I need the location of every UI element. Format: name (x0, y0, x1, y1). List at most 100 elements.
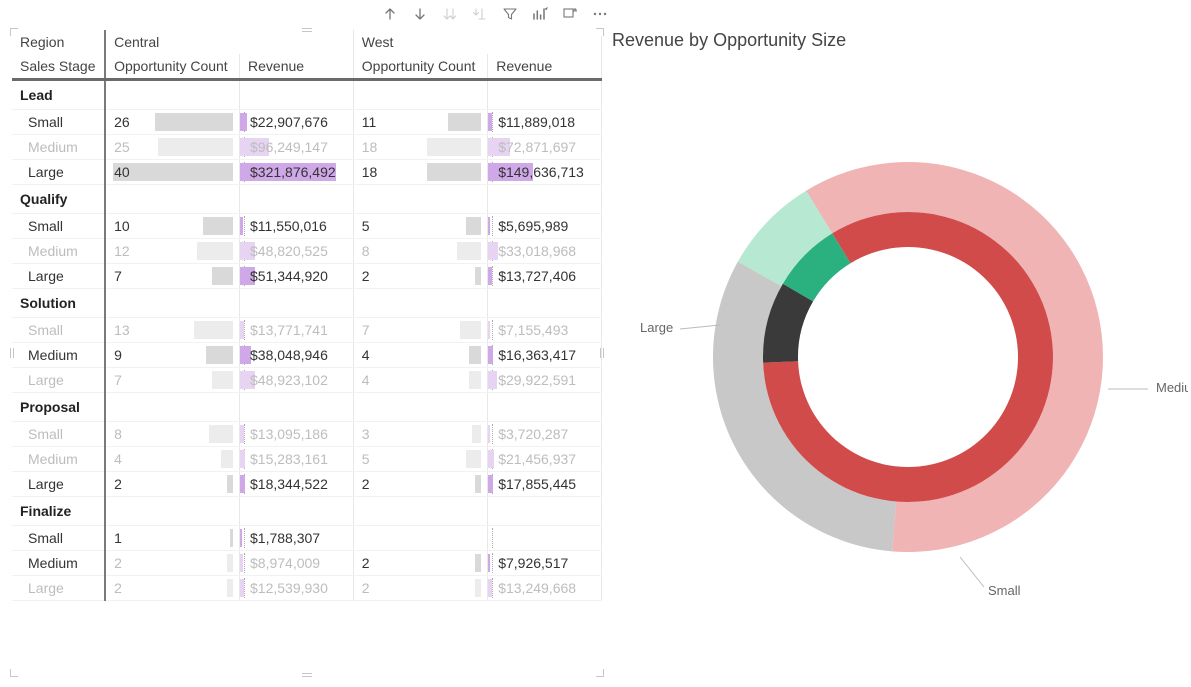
opp-count-cell[interactable]: 4 (105, 447, 239, 472)
donut-svg[interactable]: LargeMediumSmall (608, 57, 1188, 617)
table-row[interactable]: Large7$48,923,1024$29,922,591 (12, 368, 602, 393)
opp-count-cell[interactable]: 8 (353, 239, 487, 264)
row-label[interactable]: Small (12, 110, 105, 135)
revenue-cell[interactable]: $48,923,102 (240, 368, 354, 393)
drill-down-icon[interactable] (410, 4, 430, 24)
opp-count-cell[interactable]: 4 (353, 343, 487, 368)
col-header-oc[interactable]: Opportunity Count (105, 54, 239, 80)
group-header[interactable]: Solution (12, 289, 105, 318)
revenue-cell[interactable]: $17,855,445 (488, 472, 602, 497)
table-row[interactable]: Small26$22,907,67611$11,889,018 (12, 110, 602, 135)
table-row[interactable]: Small10$11,550,0165$5,695,989 (12, 214, 602, 239)
focus-mode-icon[interactable] (560, 4, 580, 24)
row-label[interactable]: Small (12, 214, 105, 239)
revenue-cell[interactable]: $22,907,676 (240, 110, 354, 135)
group-header[interactable]: Finalize (12, 497, 105, 526)
revenue-cell[interactable]: $7,155,493 (488, 318, 602, 343)
revenue-cell[interactable] (488, 526, 602, 551)
spotlight-icon[interactable] (530, 4, 550, 24)
group-header[interactable]: Lead (12, 80, 105, 110)
opp-count-cell[interactable]: 18 (353, 135, 487, 160)
expand-next-level-icon[interactable] (440, 4, 460, 24)
table-row[interactable]: Small1$1,788,307 (12, 526, 602, 551)
row-label[interactable]: Large (12, 576, 105, 601)
revenue-cell[interactable]: $11,550,016 (240, 214, 354, 239)
opp-count-cell[interactable]: 7 (105, 368, 239, 393)
opp-count-cell[interactable]: 2 (105, 551, 239, 576)
opp-count-cell[interactable]: 13 (105, 318, 239, 343)
opp-count-cell[interactable]: 1 (105, 526, 239, 551)
table-row[interactable]: Large2$12,539,9302$13,249,668 (12, 576, 602, 601)
opp-count-cell[interactable]: 5 (353, 447, 487, 472)
row-label[interactable]: Small (12, 318, 105, 343)
revenue-cell[interactable]: $5,695,989 (488, 214, 602, 239)
revenue-cell[interactable]: $7,926,517 (488, 551, 602, 576)
revenue-cell[interactable]: $12,539,930 (240, 576, 354, 601)
opp-count-cell[interactable]: 7 (353, 318, 487, 343)
col-header-region[interactable]: West (353, 30, 601, 54)
opp-count-cell[interactable]: 18 (353, 160, 487, 185)
resize-handle[interactable] (302, 28, 312, 32)
opp-count-cell[interactable]: 2 (353, 551, 487, 576)
opp-count-cell[interactable]: 2 (105, 472, 239, 497)
group-header[interactable]: Qualify (12, 185, 105, 214)
opp-count-cell[interactable]: 12 (105, 239, 239, 264)
resize-handle[interactable] (10, 348, 14, 358)
opp-count-cell[interactable]: 2 (105, 576, 239, 601)
filter-icon[interactable] (500, 4, 520, 24)
revenue-cell[interactable]: $38,048,946 (240, 343, 354, 368)
table-row[interactable]: Medium9$38,048,9464$16,363,417 (12, 343, 602, 368)
matrix-visual[interactable]: Region Central West Sales Stage Opportun… (12, 30, 602, 675)
revenue-cell[interactable]: $13,727,406 (488, 264, 602, 289)
opp-count-cell[interactable]: 5 (353, 214, 487, 239)
more-options-icon[interactable] (590, 4, 610, 24)
row-label[interactable]: Small (12, 422, 105, 447)
revenue-cell[interactable]: $16,363,417 (488, 343, 602, 368)
revenue-cell[interactable]: $15,283,161 (240, 447, 354, 472)
revenue-cell[interactable]: $18,344,522 (240, 472, 354, 497)
row-label[interactable]: Large (12, 264, 105, 289)
row-label[interactable]: Large (12, 472, 105, 497)
opp-count-cell[interactable]: 8 (105, 422, 239, 447)
revenue-cell[interactable]: $72,871,697 (488, 135, 602, 160)
table-row[interactable]: Large2$18,344,5222$17,855,445 (12, 472, 602, 497)
row-label[interactable]: Medium (12, 135, 105, 160)
table-row[interactable]: Large40$321,876,49218$149,636,713 (12, 160, 602, 185)
opp-count-cell[interactable] (353, 526, 487, 551)
matrix-table[interactable]: Region Central West Sales Stage Opportun… (12, 30, 602, 601)
revenue-cell[interactable]: $96,249,147 (240, 135, 354, 160)
row-label[interactable]: Medium (12, 343, 105, 368)
table-row[interactable]: Small13$13,771,7417$7,155,493 (12, 318, 602, 343)
revenue-cell[interactable]: $48,820,525 (240, 239, 354, 264)
opp-count-cell[interactable]: 26 (105, 110, 239, 135)
resize-handle[interactable] (596, 28, 604, 36)
opp-count-cell[interactable]: 2 (353, 264, 487, 289)
revenue-cell[interactable]: $8,974,009 (240, 551, 354, 576)
row-label[interactable]: Medium (12, 239, 105, 264)
table-row[interactable]: Medium25$96,249,14718$72,871,697 (12, 135, 602, 160)
revenue-cell[interactable]: $1,788,307 (240, 526, 354, 551)
revenue-cell[interactable]: $29,922,591 (488, 368, 602, 393)
group-header[interactable]: Proposal (12, 393, 105, 422)
row-header-stage[interactable]: Sales Stage (12, 54, 105, 80)
revenue-cell[interactable]: $321,876,492 (240, 160, 354, 185)
resize-handle[interactable] (596, 669, 604, 677)
row-label[interactable]: Medium (12, 447, 105, 472)
expand-all-icon[interactable] (470, 4, 490, 24)
row-label[interactable]: Large (12, 368, 105, 393)
resize-handle[interactable] (302, 673, 312, 677)
table-row[interactable]: Medium12$48,820,5258$33,018,968 (12, 239, 602, 264)
table-row[interactable]: Medium4$15,283,1615$21,456,937 (12, 447, 602, 472)
col-header-region[interactable]: Central (105, 30, 353, 54)
opp-count-cell[interactable]: 40 (105, 160, 239, 185)
revenue-cell[interactable]: $149,636,713 (488, 160, 602, 185)
donut-chart-visual[interactable]: Revenue by Opportunity Size LargeMediumS… (608, 30, 1188, 670)
revenue-cell[interactable]: $3,720,287 (488, 422, 602, 447)
revenue-cell[interactable]: $11,889,018 (488, 110, 602, 135)
row-header-region[interactable]: Region (12, 30, 105, 54)
opp-count-cell[interactable]: 2 (353, 472, 487, 497)
col-header-rev[interactable]: Revenue (488, 54, 602, 80)
opp-count-cell[interactable]: 7 (105, 264, 239, 289)
opp-count-cell[interactable]: 25 (105, 135, 239, 160)
opp-count-cell[interactable]: 3 (353, 422, 487, 447)
